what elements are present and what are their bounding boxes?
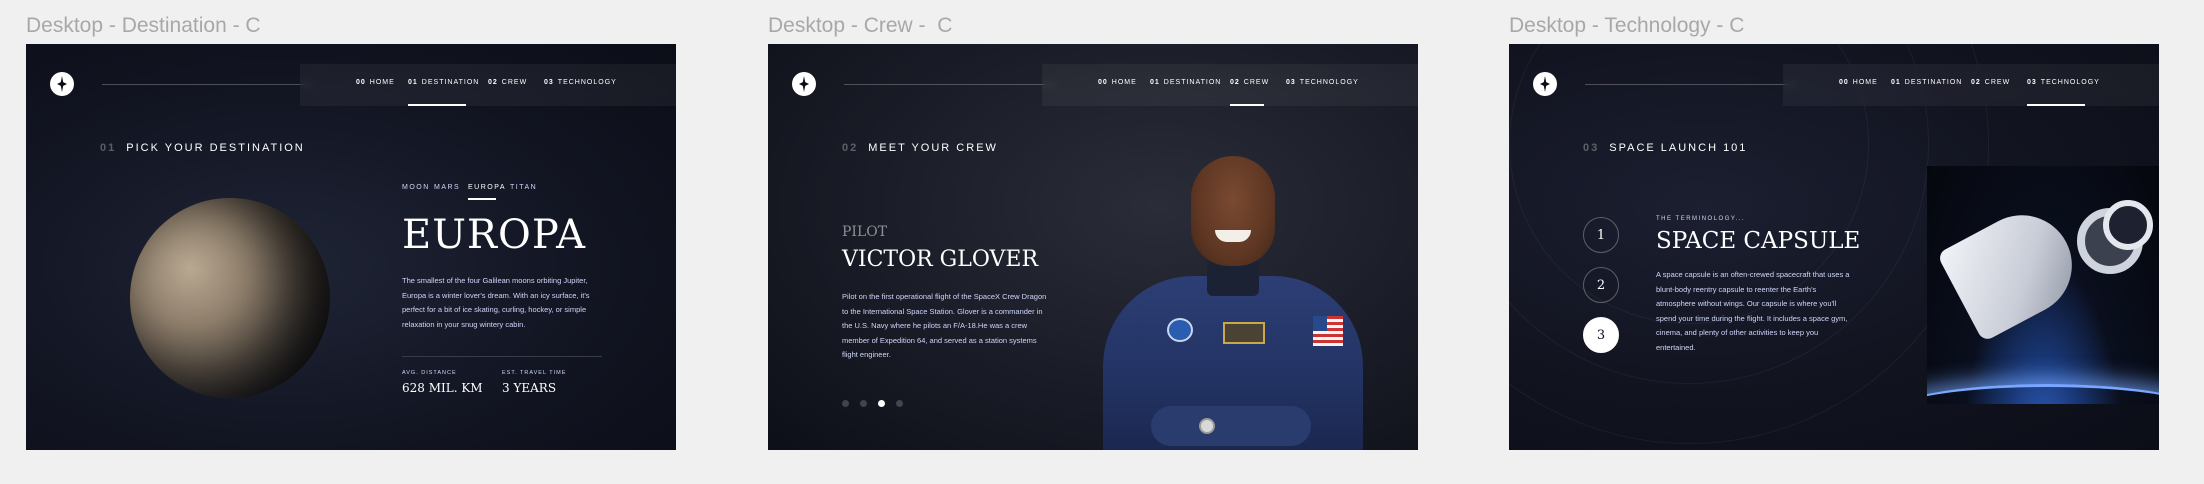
nav-item-technology[interactable]: 03 TECHNOLOGY bbox=[1286, 79, 1359, 86]
crew-role: PILOT bbox=[842, 224, 888, 240]
carousel-dot-2[interactable] bbox=[860, 400, 867, 407]
stats-divider bbox=[402, 356, 602, 357]
nav-item-home[interactable]: 00 HOME bbox=[1839, 79, 1878, 86]
logo-star-icon[interactable] bbox=[1533, 72, 1557, 96]
nav-item-destination[interactable]: 01 DESTINATION bbox=[1150, 79, 1221, 86]
nav-item-home[interactable]: 00 HOME bbox=[1098, 79, 1137, 86]
stat-travel-label: EST. TRAVEL TIME bbox=[502, 370, 567, 376]
nav-bar: 00 HOME 01 DESTINATION 02 CREW 03 TECHNOLOGY bbox=[1783, 64, 2159, 106]
tab-titan[interactable]: TITAN bbox=[510, 184, 537, 191]
tech-description: A space capsule is an often-crewed space… bbox=[1656, 270, 1850, 352]
section-heading: 02 MEET YOUR CREW bbox=[842, 142, 998, 154]
nav-item-technology[interactable]: 03 TECHNOLOGY bbox=[544, 79, 617, 86]
crew-name: VICTOR GLOVER bbox=[842, 247, 1039, 272]
carousel-dot-1[interactable] bbox=[842, 400, 849, 407]
frame-label-technology[interactable]: Desktop - Technology - C bbox=[1509, 14, 1744, 38]
docking-port bbox=[2103, 200, 2153, 250]
destination-name: EUROPA bbox=[402, 212, 586, 258]
nav-item-destination[interactable]: 01 DESTINATION bbox=[1891, 79, 1962, 86]
frame-label-destination[interactable]: Desktop - Destination - C bbox=[26, 14, 261, 38]
nav-item-crew[interactable]: 02 CREW bbox=[488, 79, 527, 86]
nav-active-indicator bbox=[2027, 104, 2085, 106]
nav-active-indicator bbox=[408, 104, 466, 106]
step-button-2[interactable]: 2 bbox=[1583, 267, 1619, 303]
earth-horizon bbox=[1927, 384, 2159, 404]
nav-bar: 00 HOME 01 DESTINATION 02 CREW 03 TECHNOLOGY bbox=[1042, 64, 1418, 106]
frame-label-crew[interactable]: Desktop - Crew - C bbox=[768, 14, 952, 38]
watch-icon bbox=[1199, 418, 1215, 434]
stat-distance-label: AVG. DISTANCE bbox=[402, 370, 457, 376]
capsule-body bbox=[1936, 197, 2090, 343]
header-divider bbox=[1585, 84, 1795, 85]
nav-item-crew[interactable]: 02 CREW bbox=[1230, 79, 1269, 86]
section-heading: 03 SPACE LAUNCH 101 bbox=[1583, 142, 1748, 154]
astronaut-portrait bbox=[1103, 156, 1363, 450]
astronaut-head bbox=[1191, 156, 1275, 266]
logo-star-icon[interactable] bbox=[50, 72, 74, 96]
destination-frame: 00 HOME 01 DESTINATION 02 CREW 03 TECHNOLOGY… bbox=[26, 44, 676, 450]
stat-travel-value: 3 YEARS bbox=[502, 381, 557, 395]
logo-star-icon[interactable] bbox=[792, 72, 816, 96]
nasa-patch-icon bbox=[1167, 318, 1193, 342]
folded-arms bbox=[1151, 406, 1311, 446]
step-button-1[interactable]: 1 bbox=[1583, 217, 1619, 253]
nav-bar: 00 HOME 01 DESTINATION 02 CREW 03 TECHNOLOGY bbox=[300, 64, 676, 106]
technology-frame: 00 HOME 01 DESTINATION 02 CREW 03 TECHNOLOGY… bbox=[1509, 44, 2159, 450]
tab-moon[interactable]: MOON bbox=[402, 184, 430, 191]
nav-item-crew[interactable]: 02 CREW bbox=[1971, 79, 2010, 86]
crew-bio: Pilot on the first operational flight of… bbox=[842, 292, 1047, 359]
tech-name: SPACE CAPSULE bbox=[1656, 228, 1861, 254]
tab-europa[interactable]: EUROPA bbox=[468, 184, 506, 191]
step-button-3[interactable]: 3 bbox=[1583, 317, 1619, 353]
crew-frame: 00 HOME 01 DESTINATION 02 CREW 03 TECHNOLOGY… bbox=[768, 44, 1418, 450]
nav-item-destination[interactable]: 01 DESTINATION bbox=[408, 79, 479, 86]
destination-description: The smallest of the four Galilean moons … bbox=[402, 276, 590, 329]
nav-active-indicator bbox=[1230, 104, 1264, 106]
nav-item-home[interactable]: 00 HOME bbox=[356, 79, 395, 86]
header-divider bbox=[102, 84, 312, 85]
carousel-dot-4[interactable] bbox=[896, 400, 903, 407]
nav-item-technology[interactable]: 03 TECHNOLOGY bbox=[2027, 79, 2100, 86]
carousel-dot-3[interactable] bbox=[878, 400, 885, 407]
section-heading: 01 PICK YOUR DESTINATION bbox=[100, 142, 305, 154]
header-divider bbox=[844, 84, 1054, 85]
space-capsule-image bbox=[1927, 166, 2159, 404]
stat-distance-value: 628 MIL. KM bbox=[402, 381, 483, 395]
europa-planet-image bbox=[130, 198, 330, 398]
us-flag-icon bbox=[1313, 316, 1343, 346]
name-tag-patch bbox=[1223, 322, 1265, 344]
tab-mars[interactable]: MARS bbox=[434, 184, 460, 191]
tech-kicker: THE TERMINOLOGY... bbox=[1656, 216, 1746, 222]
tab-active-indicator bbox=[468, 198, 496, 200]
